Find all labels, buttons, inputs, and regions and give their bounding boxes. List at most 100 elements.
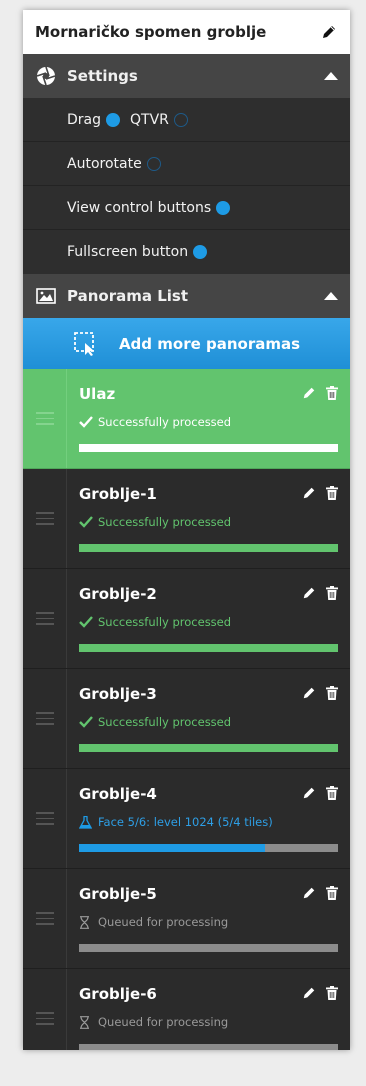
panorama-item-groblje-3[interactable]: Groblje-3 Successfully processed — [23, 669, 350, 769]
drag-handle-icon[interactable] — [23, 769, 67, 868]
progress-bar — [79, 444, 338, 452]
drag-handle-icon[interactable] — [23, 569, 67, 668]
panorama-status: Successfully processed — [79, 714, 338, 730]
panorama-panel: Mornaričko spomen groblje Settings Drag … — [23, 10, 350, 1050]
panorama-status-text: Successfully processed — [98, 515, 232, 529]
panorama-status-text: Queued for processing — [98, 915, 229, 929]
select-add-icon — [73, 331, 99, 357]
panorama-item-body: Groblje-1 Successfully processed — [67, 469, 350, 568]
collapse-caret-icon[interactable] — [324, 292, 338, 300]
progress-fill — [79, 644, 338, 652]
edit-icon[interactable] — [302, 385, 316, 404]
check-icon — [79, 515, 93, 529]
drag-handle-icon[interactable] — [23, 669, 67, 768]
panorama-status-text: Successfully processed — [98, 715, 232, 729]
fullscreen-label: Fullscreen button — [67, 244, 189, 260]
panorama-name: Groblje-6 — [79, 985, 157, 1003]
progress-bar — [79, 1044, 338, 1050]
add-panoramas-button[interactable]: Add more panoramas — [23, 318, 350, 369]
drag-handle-icon[interactable] — [23, 969, 67, 1050]
panorama-name: Groblje-5 — [79, 885, 157, 903]
autorotate-toggle[interactable] — [146, 156, 161, 171]
check-icon — [79, 415, 93, 429]
panorama-item-groblje-5[interactable]: Groblje-5 Queued for processing — [23, 869, 350, 969]
progress-bar — [79, 644, 338, 652]
panorama-name: Groblje-2 — [79, 585, 157, 603]
panorama-item-body: Groblje-2 Successfully processed — [67, 569, 350, 668]
edit-icon[interactable] — [302, 785, 316, 804]
progress-fill — [79, 844, 266, 852]
autorotate-label: Autorotate — [67, 155, 142, 172]
progress-bar — [79, 844, 338, 852]
setting-fullscreen-row[interactable]: Fullscreen button — [23, 230, 350, 274]
panorama-status: Queued for processing — [79, 914, 338, 930]
edit-icon[interactable] — [302, 685, 316, 704]
panorama-item-body: Groblje-4 Face 5/6: level 1024 (5/4 tile… — [67, 769, 350, 868]
trash-icon[interactable] — [326, 585, 338, 604]
panorama-status: Face 5/6: level 1024 (5/4 tiles) — [79, 814, 338, 830]
settings-label: Settings — [67, 67, 138, 85]
collapse-caret-icon[interactable] — [324, 72, 338, 80]
panorama-status-text: Successfully processed — [98, 615, 232, 629]
setting-autorotate-row[interactable]: Autorotate — [23, 142, 350, 186]
edit-icon[interactable] — [302, 485, 316, 504]
trash-icon[interactable] — [326, 785, 338, 804]
trash-icon[interactable] — [326, 485, 338, 504]
qtvr-label: QTVR — [130, 111, 169, 128]
panorama-item-ulaz[interactable]: Ulaz Successfully processed — [23, 369, 350, 469]
panorama-item-groblje-6[interactable]: Groblje-6 Queued for processing — [23, 969, 350, 1050]
trash-icon[interactable] — [326, 385, 338, 404]
view-controls-toggle[interactable] — [216, 200, 231, 215]
drag-label: Drag — [67, 111, 102, 128]
panorama-status-text: Face 5/6: level 1024 (5/4 tiles) — [98, 815, 273, 829]
panorama-item-groblje-1[interactable]: Groblje-1 Successfully processed — [23, 469, 350, 569]
qtvr-option[interactable]: QTVR — [130, 112, 198, 128]
drag-handle-icon[interactable] — [23, 469, 67, 568]
panorama-item-body: Groblje-5 Queued for processing — [67, 869, 350, 968]
image-icon — [35, 285, 57, 307]
fullscreen-toggle[interactable] — [193, 245, 208, 259]
edit-icon[interactable] — [302, 885, 316, 904]
aperture-icon — [35, 65, 57, 87]
drag-toggle[interactable] — [106, 112, 121, 127]
qtvr-toggle[interactable] — [173, 112, 188, 127]
trash-icon[interactable] — [326, 985, 338, 1004]
panorama-status: Queued for processing — [79, 1014, 338, 1030]
panorama-list-header[interactable]: Panorama List — [23, 274, 350, 318]
trash-icon[interactable] — [326, 685, 338, 704]
edit-icon[interactable] — [302, 985, 316, 1004]
setting-view-controls-row[interactable]: View control buttons — [23, 186, 350, 230]
panorama-item-body: Groblje-3 Successfully processed — [67, 669, 350, 768]
panorama-item-groblje-4[interactable]: Groblje-4 Face 5/6: level 1024 (5/4 tile… — [23, 769, 350, 869]
drag-handle-icon[interactable] — [23, 369, 67, 468]
progress-fill — [79, 544, 338, 552]
settings-list: Drag QTVR Autorotate View control button… — [23, 98, 350, 274]
add-panoramas-label: Add more panoramas — [118, 334, 301, 353]
view-controls-label: View control buttons — [67, 199, 212, 216]
panorama-status: Successfully processed — [79, 614, 338, 630]
progress-bar — [79, 544, 338, 552]
panorama-name: Groblje-4 — [79, 785, 157, 803]
edit-icon[interactable] — [302, 585, 316, 604]
panorama-list-label: Panorama List — [67, 287, 188, 305]
drag-handle-icon[interactable] — [23, 869, 67, 968]
setting-drag-row: Drag QTVR — [23, 98, 350, 142]
panorama-item-body: Ulaz Successfully processed — [67, 369, 350, 468]
hourglass-icon — [79, 1015, 93, 1029]
progress-bar — [79, 944, 338, 952]
panorama-status: Successfully processed — [79, 414, 338, 430]
trash-icon[interactable] — [326, 885, 338, 904]
tour-title: Mornaričko spomen groblje — [35, 23, 267, 41]
panorama-list: Ulaz Successfully processed Groblje-1 Su… — [23, 369, 350, 1050]
check-icon — [79, 615, 93, 629]
check-icon — [79, 715, 93, 729]
progress-fill — [79, 744, 338, 752]
panorama-status-text: Successfully processed — [98, 415, 232, 429]
drag-option[interactable]: Drag — [67, 112, 130, 128]
edit-title-icon[interactable] — [320, 23, 338, 41]
panorama-name: Groblje-3 — [79, 685, 157, 703]
panorama-item-groblje-2[interactable]: Groblje-2 Successfully processed — [23, 569, 350, 669]
flask-icon — [79, 815, 93, 829]
panorama-status-text: Queued for processing — [98, 1015, 229, 1029]
settings-header[interactable]: Settings — [23, 54, 350, 98]
